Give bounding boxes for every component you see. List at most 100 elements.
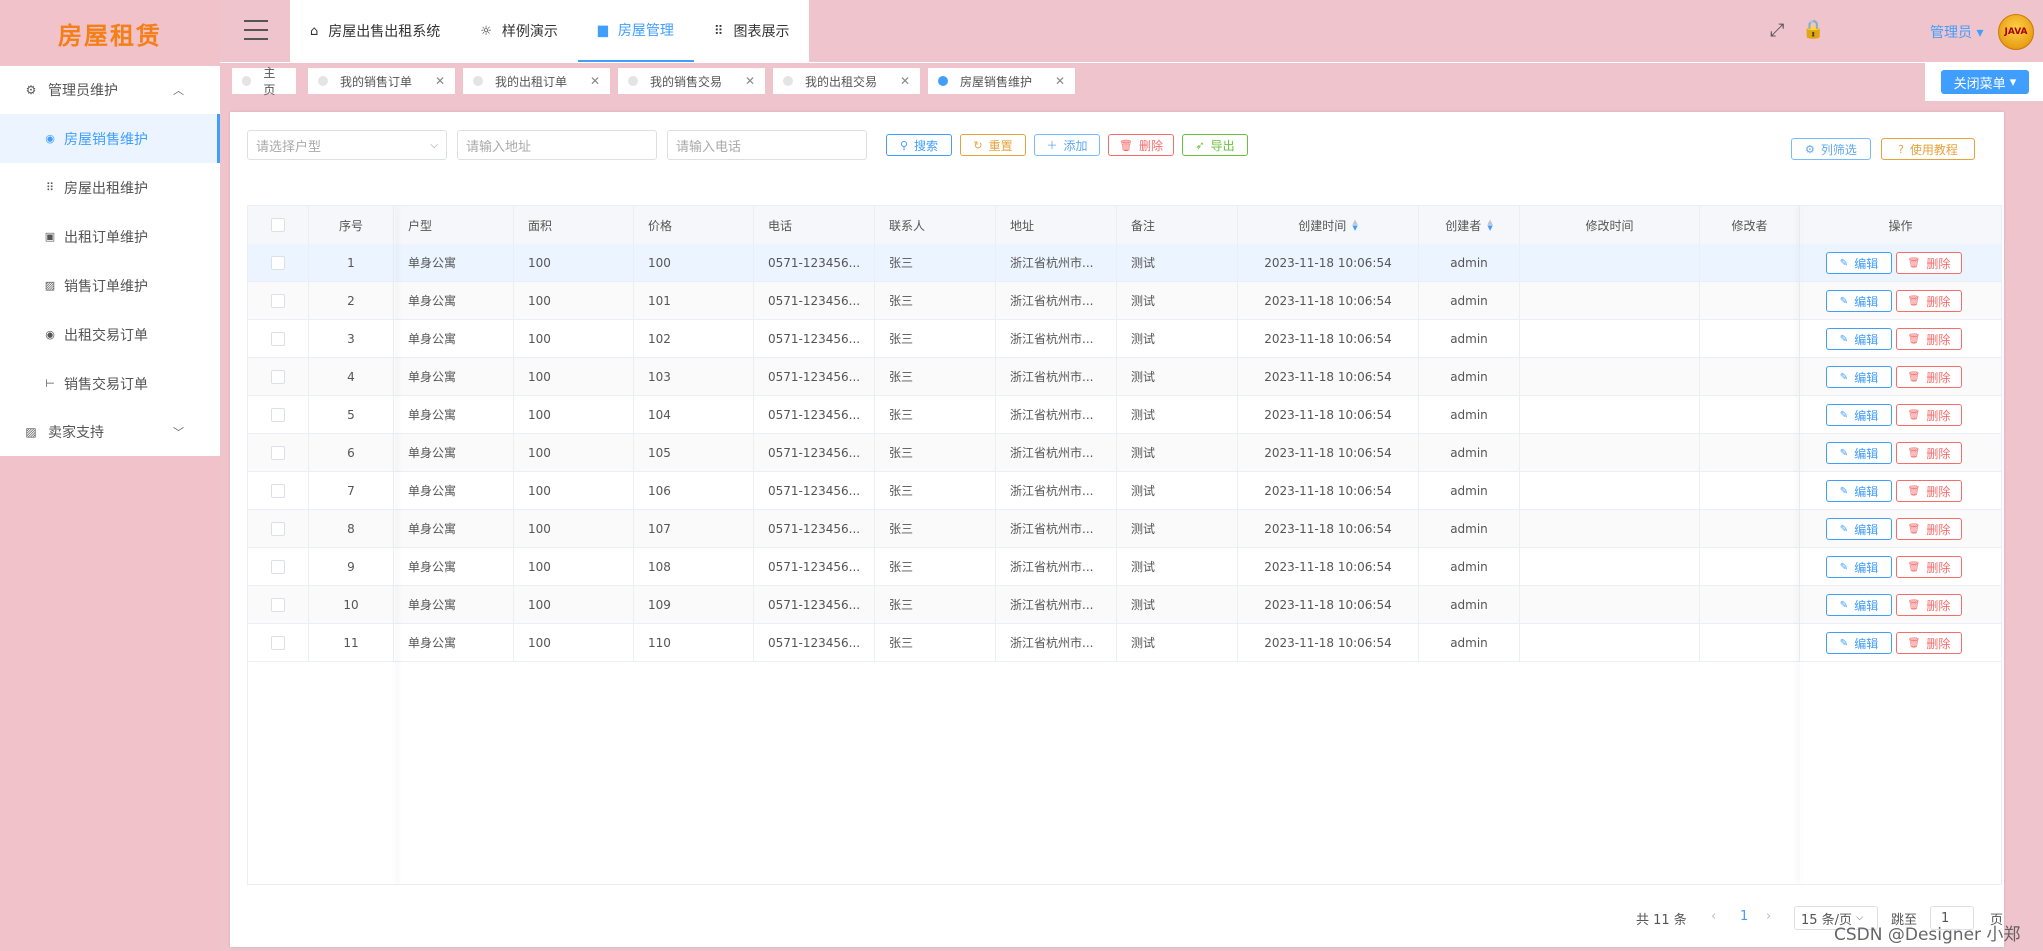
checkbox[interactable] xyxy=(271,218,285,232)
trash-icon: 🗑 xyxy=(1907,257,1921,269)
checkbox[interactable] xyxy=(271,369,285,384)
prev-page-icon[interactable]: ‹ xyxy=(1711,909,1716,924)
sort-icon[interactable]: ▲ ▼ xyxy=(1487,219,1492,232)
lock-icon[interactable]: 🔒 xyxy=(1802,19,1824,40)
checkbox[interactable] xyxy=(271,635,285,650)
edit-button[interactable]: ✎ 编辑 xyxy=(1826,328,1892,350)
header-select-all[interactable] xyxy=(248,206,309,244)
close-icon[interactable]: ✕ xyxy=(435,74,445,88)
tag-my-sale-trade[interactable]: 我的销售交易 ✕ xyxy=(618,68,765,94)
tag-house-sale[interactable]: 房屋销售维护 ✕ xyxy=(928,68,1075,94)
address-input[interactable]: 请输入地址 xyxy=(457,130,657,160)
tag-label: 我的销售订单 xyxy=(340,74,413,89)
header-created-time[interactable]: 创建时间 ▲ ▼ xyxy=(1238,206,1419,244)
sidebar-group-seller[interactable]: ▨ 卖家支持 ﹀ xyxy=(0,408,220,456)
close-icon[interactable]: ✕ xyxy=(590,74,600,88)
tag-my-sale-order[interactable]: 我的销售订单 ✕ xyxy=(308,68,455,94)
close-icon[interactable]: ✕ xyxy=(1055,74,1065,88)
top-tab-demo[interactable]: ☼ 样例演示 xyxy=(460,0,578,62)
sidebar-item-sale-trade[interactable]: ⊢ 销售交易订单 xyxy=(0,359,220,408)
phone-input[interactable]: 请输入电话 xyxy=(667,130,867,160)
column-filter-button[interactable]: ⚙ 列筛选 xyxy=(1791,138,1871,160)
export-button[interactable]: ➶ 导出 xyxy=(1182,134,1248,156)
checkbox[interactable] xyxy=(271,331,285,346)
user-menu[interactable]: 管理员 ▾ xyxy=(1930,22,1983,42)
row-delete-button[interactable]: 🗑 删除 xyxy=(1896,556,1962,578)
top-tab-charts[interactable]: ⠿ 图表展示 xyxy=(694,0,810,62)
table-row[interactable]: 1 单身公寓 100 100 0571-123456... 张三 浙江省杭州市... 测试 20… xyxy=(248,244,2001,282)
tutorial-button[interactable]: ? 使用教程 xyxy=(1881,138,1975,160)
table-row[interactable]: 3 单身公寓 100 102 0571-123456... 张三 浙江省杭州市... 测试 20… xyxy=(248,320,2001,358)
table-row[interactable]: 8 单身公寓 100 107 0571-123456... 张三 浙江省杭州市... 测试 20… xyxy=(248,510,2001,548)
table-row[interactable]: 5 单身公寓 100 104 0571-123456... 张三 浙江省杭州市... 测试 20… xyxy=(248,396,2001,434)
sidebar-item-house-sale[interactable]: ◉ 房屋销售维护 xyxy=(0,114,220,163)
table-row[interactable]: 2 单身公寓 100 101 0571-123456... 张三 浙江省杭州市... 测试 20… xyxy=(248,282,2001,320)
edit-button[interactable]: ✎ 编辑 xyxy=(1826,594,1892,616)
sidebar-item-sale-order[interactable]: ▨ 销售订单维护 xyxy=(0,261,220,310)
tag-my-rent-trade[interactable]: 我的出租交易 ✕ xyxy=(773,68,920,94)
row-delete-button[interactable]: 🗑 删除 xyxy=(1896,518,1962,540)
close-menu-button[interactable]: 关闭菜单 ▾ xyxy=(1941,70,2029,94)
checkbox[interactable] xyxy=(271,483,285,498)
row-delete-button[interactable]: 🗑 删除 xyxy=(1896,290,1962,312)
edit-button[interactable]: ✎ 编辑 xyxy=(1826,252,1892,274)
close-icon[interactable]: ✕ xyxy=(745,74,755,88)
sort-icon[interactable]: ▲ ▼ xyxy=(1352,219,1357,232)
edit-button[interactable]: ✎ 编辑 xyxy=(1826,556,1892,578)
avatar[interactable]: JAVA xyxy=(1998,14,2034,50)
edit-button[interactable]: ✎ 编辑 xyxy=(1826,290,1892,312)
edit-button[interactable]: ✎ 编辑 xyxy=(1826,442,1892,464)
row-delete-button[interactable]: 🗑 删除 xyxy=(1896,480,1962,502)
checkbox[interactable] xyxy=(271,293,285,308)
fullscreen-icon[interactable]: ⤢ xyxy=(1770,20,1784,41)
cell-index: 3 xyxy=(309,320,394,357)
sidebar-group-admin[interactable]: ⚙ 管理员维护 ︿ xyxy=(0,66,220,114)
hamburger-icon[interactable] xyxy=(244,20,268,40)
row-delete-button[interactable]: 🗑 删除 xyxy=(1896,328,1962,350)
checkbox[interactable] xyxy=(271,559,285,574)
checkbox[interactable] xyxy=(271,445,285,460)
tag-my-rent-order[interactable]: 我的出租订单 ✕ xyxy=(463,68,610,94)
sidebar-item-rent-order[interactable]: ▣ 出租订单维护 xyxy=(0,212,220,261)
cell-creator: admin xyxy=(1419,624,1520,661)
table-row[interactable]: 9 单身公寓 100 108 0571-123456... 张三 浙江省杭州市... 测试 20… xyxy=(248,548,2001,586)
row-delete-button[interactable]: 🗑 删除 xyxy=(1896,632,1962,654)
checkbox[interactable] xyxy=(271,521,285,536)
table-row[interactable]: 10 单身公寓 100 109 0571-123456... 张三 浙江省杭州市... 测试 2… xyxy=(248,586,2001,624)
header-area: 面积 xyxy=(514,206,634,244)
table-row[interactable]: 11 单身公寓 100 110 0571-123456... 张三 浙江省杭州市... 测试 2… xyxy=(248,624,2001,662)
cell-phone: 0571-123456... xyxy=(754,434,875,471)
edit-button[interactable]: ✎ 编辑 xyxy=(1826,404,1892,426)
reset-button[interactable]: ↻ 重置 xyxy=(960,134,1026,156)
checkbox[interactable] xyxy=(271,597,285,612)
table-row[interactable]: 6 单身公寓 100 105 0571-123456... 张三 浙江省杭州市... 测试 20… xyxy=(248,434,2001,472)
edit-button[interactable]: ✎ 编辑 xyxy=(1826,480,1892,502)
cell-type: 单身公寓 xyxy=(394,548,514,585)
row-delete-button[interactable]: 🗑 删除 xyxy=(1896,442,1962,464)
add-button[interactable]: ＋ 添加 xyxy=(1034,134,1100,156)
search-button[interactable]: ⚲ 搜索 xyxy=(886,134,952,156)
top-tab-house-manage[interactable]: ▆ 房屋管理 xyxy=(577,0,694,62)
row-delete-button[interactable]: 🗑 删除 xyxy=(1896,404,1962,426)
table-row[interactable]: 4 单身公寓 100 103 0571-123456... 张三 浙江省杭州市... 测试 20… xyxy=(248,358,2001,396)
checkbox[interactable] xyxy=(271,407,285,422)
header-creator[interactable]: 创建者 ▲ ▼ xyxy=(1419,206,1520,244)
sidebar-item-rent-trade[interactable]: ◉ 出租交易订单 xyxy=(0,310,220,359)
tag-home[interactable]: 主页 xyxy=(232,66,296,97)
edit-button[interactable]: ✎ 编辑 xyxy=(1826,518,1892,540)
sidebar-item-house-rent[interactable]: ⠿ 房屋出租维护 xyxy=(0,163,220,212)
edit-button[interactable]: ✎ 编辑 xyxy=(1826,632,1892,654)
close-icon[interactable]: ✕ xyxy=(900,74,910,88)
sidebar-menu: ⚙ 管理员维护 ︿ ◉ 房屋销售维护 ⠿ 房屋出租维护 ▣ 出租订单维护 ▨ 销… xyxy=(0,66,220,456)
next-page-icon[interactable]: › xyxy=(1766,909,1771,924)
row-delete-button[interactable]: 🗑 删除 xyxy=(1896,366,1962,388)
row-delete-button[interactable]: 🗑 删除 xyxy=(1896,594,1962,616)
checkbox[interactable] xyxy=(271,255,285,270)
delete-button[interactable]: 🗑 删除 xyxy=(1108,134,1174,156)
top-tab-system[interactable]: ⌂ 房屋出售出租系统 xyxy=(290,0,460,62)
edit-button[interactable]: ✎ 编辑 xyxy=(1826,366,1892,388)
row-delete-button[interactable]: 🗑 删除 xyxy=(1896,252,1962,274)
page-number[interactable]: 1 xyxy=(1740,909,1748,924)
house-type-select[interactable]: 请选择户型 ⌵ xyxy=(247,130,447,160)
table-row[interactable]: 7 单身公寓 100 106 0571-123456... 张三 浙江省杭州市... 测试 20… xyxy=(248,472,2001,510)
